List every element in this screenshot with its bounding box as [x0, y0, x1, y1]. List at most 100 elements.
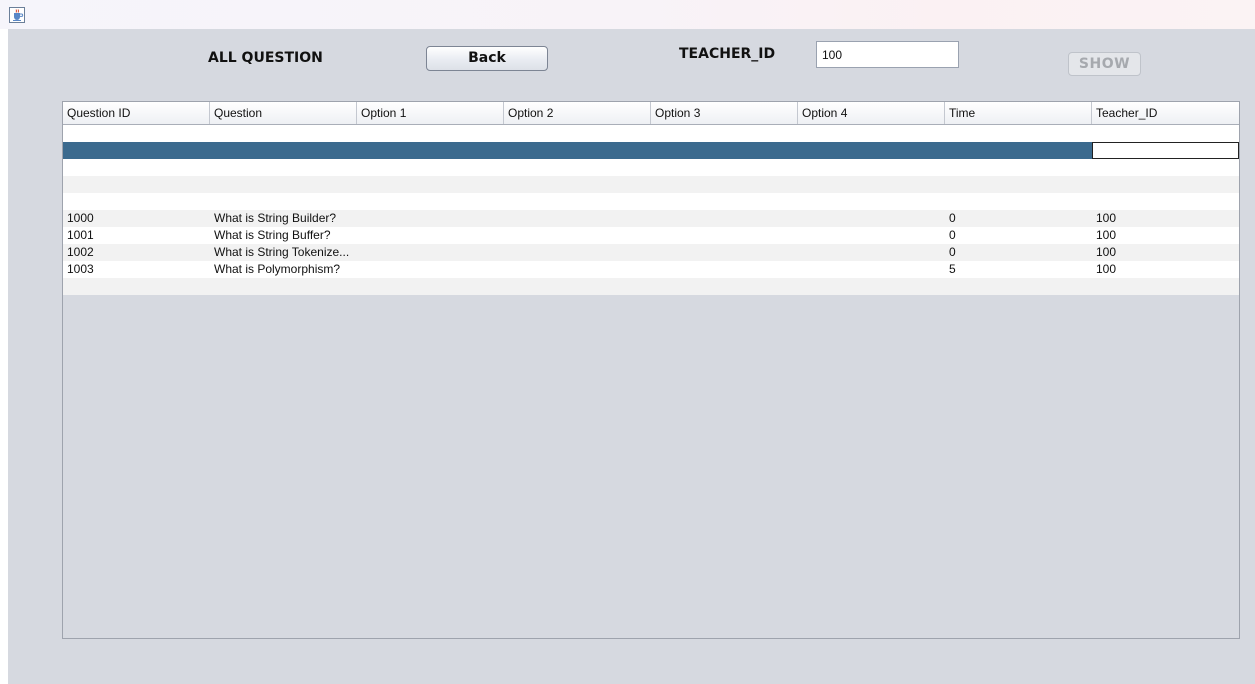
- show-button[interactable]: SHOW: [1068, 52, 1141, 76]
- table-cell[interactable]: [1092, 142, 1239, 159]
- table-cell[interactable]: [210, 193, 357, 210]
- table-cell[interactable]: [357, 210, 504, 227]
- table-row[interactable]: [63, 278, 1239, 295]
- column-header-option-2[interactable]: Option 2: [504, 102, 651, 124]
- table-cell[interactable]: [504, 159, 651, 176]
- table-row[interactable]: [63, 176, 1239, 193]
- table-cell[interactable]: [1092, 193, 1239, 210]
- table-cell[interactable]: [798, 176, 945, 193]
- table-cell[interactable]: 1003: [63, 261, 210, 278]
- table-row[interactable]: [63, 159, 1239, 176]
- table-cell[interactable]: [504, 176, 651, 193]
- table-cell[interactable]: [63, 125, 210, 142]
- table-cell[interactable]: [651, 261, 798, 278]
- table-cell[interactable]: [63, 193, 210, 210]
- table-cell[interactable]: [504, 227, 651, 244]
- table-cell[interactable]: [357, 193, 504, 210]
- table-cell[interactable]: [798, 278, 945, 295]
- table-cell[interactable]: [798, 261, 945, 278]
- column-header-option-4[interactable]: Option 4: [798, 102, 945, 124]
- table-cell[interactable]: [210, 176, 357, 193]
- teacher-id-input[interactable]: 100: [816, 41, 959, 68]
- column-header-option-1[interactable]: Option 1: [357, 102, 504, 124]
- table-cell[interactable]: [945, 176, 1092, 193]
- column-header-question[interactable]: Question: [210, 102, 357, 124]
- table-row[interactable]: [63, 125, 1239, 142]
- table-row[interactable]: 1003 What is Polymorphism? 5 100: [63, 261, 1239, 278]
- table-row[interactable]: 1001 What is String Buffer? 0 100: [63, 227, 1239, 244]
- table-cell[interactable]: [504, 278, 651, 295]
- table-cell[interactable]: [504, 210, 651, 227]
- table-cell[interactable]: [798, 142, 945, 159]
- table-cell[interactable]: What is Polymorphism?: [210, 261, 357, 278]
- table-cell[interactable]: [651, 244, 798, 261]
- table-cell[interactable]: [1092, 125, 1239, 142]
- table-row[interactable]: 1002 What is String Tokenize... 0 100: [63, 244, 1239, 261]
- table-cell[interactable]: [504, 244, 651, 261]
- table-cell[interactable]: 100: [1092, 261, 1239, 278]
- table-cell[interactable]: [945, 142, 1092, 159]
- table-cell[interactable]: [945, 193, 1092, 210]
- table-row[interactable]: 1000 What is String Builder? 0 100: [63, 210, 1239, 227]
- table-cell[interactable]: [798, 159, 945, 176]
- table-row[interactable]: [63, 193, 1239, 210]
- table-cell[interactable]: [945, 159, 1092, 176]
- table-cell[interactable]: [651, 210, 798, 227]
- table-cell[interactable]: [651, 142, 798, 159]
- table-row[interactable]: [63, 142, 1239, 159]
- table-cell[interactable]: [504, 125, 651, 142]
- table-cell[interactable]: [63, 278, 210, 295]
- table-cell[interactable]: [63, 142, 210, 159]
- table-cell[interactable]: [651, 227, 798, 244]
- table-cell[interactable]: [210, 142, 357, 159]
- table-cell[interactable]: [357, 142, 504, 159]
- table-cell[interactable]: [210, 278, 357, 295]
- table-cell[interactable]: [1092, 159, 1239, 176]
- questions-table[interactable]: Question ID Question Option 1 Option 2 O…: [62, 101, 1240, 639]
- table-cell[interactable]: [798, 193, 945, 210]
- table-cell[interactable]: 100: [1092, 244, 1239, 261]
- column-header-option-3[interactable]: Option 3: [651, 102, 798, 124]
- table-cell[interactable]: [1092, 278, 1239, 295]
- table-cell[interactable]: [798, 210, 945, 227]
- table-cell[interactable]: [945, 125, 1092, 142]
- table-cell[interactable]: [357, 159, 504, 176]
- table-cell[interactable]: [798, 125, 945, 142]
- table-cell[interactable]: 0: [945, 244, 1092, 261]
- table-cell[interactable]: [357, 261, 504, 278]
- table-cell[interactable]: [651, 193, 798, 210]
- table-cell[interactable]: [357, 125, 504, 142]
- table-cell[interactable]: 100: [1092, 227, 1239, 244]
- java-cup-icon[interactable]: [9, 7, 25, 23]
- table-cell[interactable]: 5: [945, 261, 1092, 278]
- table-cell[interactable]: [1092, 176, 1239, 193]
- table-cell[interactable]: [651, 159, 798, 176]
- table-cell[interactable]: [651, 278, 798, 295]
- table-cell[interactable]: 1000: [63, 210, 210, 227]
- table-cell[interactable]: [357, 278, 504, 295]
- table-cell[interactable]: [651, 176, 798, 193]
- column-header-time[interactable]: Time: [945, 102, 1092, 124]
- table-cell[interactable]: [63, 176, 210, 193]
- table-cell[interactable]: What is String Tokenize...: [210, 244, 357, 261]
- table-cell[interactable]: [798, 227, 945, 244]
- table-cell[interactable]: [504, 193, 651, 210]
- table-cell[interactable]: [651, 125, 798, 142]
- table-cell[interactable]: [210, 125, 357, 142]
- table-cell[interactable]: 1002: [63, 244, 210, 261]
- table-cell[interactable]: [210, 159, 357, 176]
- table-cell[interactable]: 0: [945, 210, 1092, 227]
- table-cell[interactable]: [63, 159, 210, 176]
- table-cell[interactable]: 0: [945, 227, 1092, 244]
- table-cell[interactable]: [945, 278, 1092, 295]
- table-cell[interactable]: 100: [1092, 210, 1239, 227]
- column-header-teacher-id[interactable]: Teacher_ID: [1092, 102, 1239, 124]
- table-cell[interactable]: [357, 176, 504, 193]
- table-cell[interactable]: [798, 244, 945, 261]
- table-cell[interactable]: 1001: [63, 227, 210, 244]
- column-header-question-id[interactable]: Question ID: [63, 102, 210, 124]
- table-cell[interactable]: [504, 261, 651, 278]
- table-cell[interactable]: What is String Builder?: [210, 210, 357, 227]
- table-cell[interactable]: What is String Buffer?: [210, 227, 357, 244]
- table-cell[interactable]: [357, 244, 504, 261]
